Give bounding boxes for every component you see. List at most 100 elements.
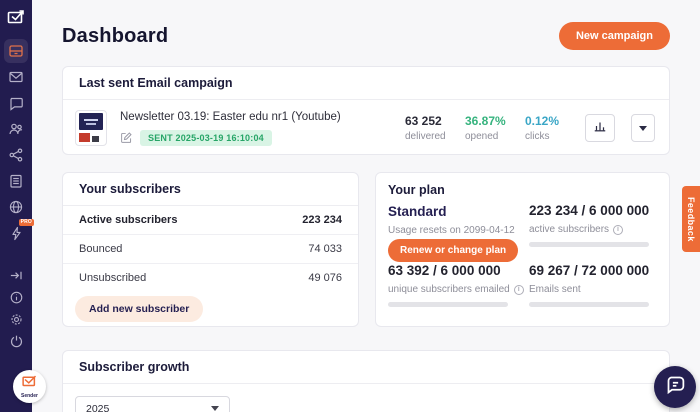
- plan-name: Standard: [388, 204, 447, 219]
- add-subscriber-button[interactable]: Add new subscriber: [75, 296, 203, 322]
- bar-chart-icon: [593, 119, 607, 138]
- collapse-arrow-icon: [9, 268, 24, 283]
- stat-clicks-value: 0.12%: [525, 114, 569, 128]
- subscribers-icon: [8, 121, 24, 137]
- last-campaign-card: Last sent Email campaign Newsletter 03.1…: [62, 66, 670, 155]
- chat-widget-button[interactable]: [654, 366, 696, 408]
- stat-clicks: 0.12% clicks: [525, 114, 569, 142]
- feedback-tab[interactable]: Feedback: [682, 186, 700, 252]
- meter-active-value: 223 234 / 6 000 000: [529, 203, 649, 218]
- subscriber-growth-card: Subscriber growth 2025: [62, 350, 670, 412]
- thumbnail-image-block: [92, 136, 99, 142]
- campaign-report-button[interactable]: [585, 114, 615, 142]
- sidebar-item-pro-features[interactable]: PRO: [4, 221, 28, 245]
- sent-status-badge: SENT 2025-03-19 16:10:04: [140, 130, 272, 146]
- pro-badge: PRO: [19, 219, 34, 226]
- subscribers-card-header: Your subscribers: [63, 173, 358, 206]
- subscribers-row-value: 223 234: [302, 214, 342, 226]
- subscribers-row-value: 74 033: [308, 243, 342, 255]
- meter-label-text: Emails sent: [529, 284, 581, 295]
- subscribers-card: Your subscribers Active subscribers 223 …: [62, 172, 359, 327]
- stat-clicks-label: clicks: [525, 131, 569, 142]
- stat-delivered-value: 63 252: [405, 114, 449, 128]
- chevron-down-icon: [211, 406, 219, 411]
- sidebar: PRO: [0, 0, 32, 412]
- sidebar-item-forms[interactable]: [4, 169, 28, 193]
- growth-card-title: Subscriber growth: [79, 360, 189, 374]
- sidebar-item-info[interactable]: [4, 286, 28, 308]
- sidebar-item-logout[interactable]: [4, 330, 28, 352]
- subscribers-row-bounced: Bounced 74 033: [63, 235, 358, 264]
- power-icon: [9, 334, 24, 349]
- meter-label-text: active subscribers: [529, 224, 609, 235]
- thumbnail-header-block: [79, 113, 103, 130]
- meter-active-bar: [529, 242, 649, 247]
- app-window: PRO Sender Dashboard New campaign: [0, 0, 700, 412]
- year-select-value: 2025: [86, 403, 109, 412]
- subscribers-row-unsubscribed: Unsubscribed 49 076: [63, 264, 358, 292]
- main-content: Dashboard New campaign Last sent Email c…: [32, 0, 700, 412]
- sidebar-nav-bottom: [0, 264, 32, 352]
- plan-card: Your plan Standard Usage resets on 2099-…: [375, 172, 670, 327]
- page-title: Dashboard: [62, 25, 168, 48]
- stat-opened-value: 36.87%: [465, 114, 509, 128]
- meter-unique-bar: [388, 302, 508, 307]
- growth-card-body: 2025: [63, 384, 669, 412]
- sidebar-nav-top: PRO: [0, 39, 32, 245]
- last-campaign-card-header: Last sent Email campaign: [63, 67, 669, 100]
- thumbnail-image-block: [79, 133, 90, 142]
- subscribers-card-title: Your subscribers: [79, 182, 181, 196]
- new-campaign-button[interactable]: New campaign: [559, 22, 670, 50]
- edit-icon[interactable]: [120, 131, 133, 144]
- meter-emails-bar: [529, 302, 649, 307]
- stat-delivered-label: delivered: [405, 131, 449, 142]
- stat-delivered: 63 252 delivered: [405, 114, 449, 142]
- campaign-name[interactable]: Newsletter 03.19: Easter edu nr1 (Youtub…: [120, 111, 341, 123]
- forms-icon: [8, 173, 24, 189]
- campaign-info: Newsletter 03.19: Easter edu nr1 (Youtub…: [120, 111, 341, 146]
- year-select[interactable]: 2025: [75, 396, 230, 412]
- campaign-more-actions-button[interactable]: [631, 114, 655, 142]
- plan-card-title: Your plan: [388, 183, 445, 197]
- renew-plan-button[interactable]: Renew or change plan: [388, 239, 518, 262]
- growth-card-header: Subscriber growth: [63, 351, 669, 384]
- meter-emails-label: Emails sent: [529, 284, 581, 295]
- stat-opened: 36.87% opened: [465, 114, 509, 142]
- subscribers-row-label: Unsubscribed: [79, 272, 146, 284]
- sender-logo-icon[interactable]: [6, 7, 26, 27]
- meter-unique-label: unique subscribers emailed i: [388, 284, 524, 295]
- dashboard-icon: [8, 43, 24, 59]
- sidebar-item-collapse[interactable]: [4, 264, 28, 286]
- sender-brand-label: Sender: [21, 393, 38, 399]
- subscribers-row-value: 49 076: [308, 272, 342, 284]
- sidebar-item-messages[interactable]: [4, 91, 28, 115]
- last-campaign-card-title: Last sent Email campaign: [79, 76, 233, 90]
- campaign-thumbnail[interactable]: [75, 110, 107, 146]
- info-icon[interactable]: i: [613, 225, 623, 235]
- globe-icon: [8, 199, 24, 215]
- sidebar-item-settings[interactable]: [4, 308, 28, 330]
- campaign-status-row: SENT 2025-03-19 16:10:04: [120, 130, 341, 146]
- sidebar-item-dashboard[interactable]: [4, 39, 28, 63]
- info-icon[interactable]: i: [514, 285, 524, 295]
- stat-opened-label: opened: [465, 131, 509, 142]
- email-campaigns-icon: [8, 69, 24, 85]
- sidebar-item-subscribers[interactable]: [4, 117, 28, 141]
- last-campaign-body: Newsletter 03.19: Easter edu nr1 (Youtub…: [63, 100, 669, 156]
- bolt-icon: [9, 226, 24, 241]
- subscribers-row-label: Bounced: [79, 243, 122, 255]
- page-header: Dashboard New campaign: [62, 22, 670, 50]
- meter-emails-value: 69 267 / 72 000 000: [529, 263, 649, 278]
- sidebar-item-automation[interactable]: [4, 143, 28, 167]
- sender-brand-badge[interactable]: Sender: [13, 370, 46, 403]
- sender-envelope-icon: [22, 374, 37, 392]
- thumbnail-text-line: [86, 123, 96, 125]
- plan-usage-note: Usage resets on 2099-04-12: [388, 225, 515, 236]
- subscribers-row-label: Active subscribers: [79, 214, 177, 226]
- sidebar-item-campaigns[interactable]: [4, 65, 28, 89]
- meter-label-text: unique subscribers emailed: [388, 284, 510, 295]
- subscribers-row-active: Active subscribers 223 234: [63, 206, 358, 235]
- sidebar-item-website[interactable]: [4, 195, 28, 219]
- info-icon: [9, 290, 24, 305]
- settings-gear-icon: [9, 312, 24, 327]
